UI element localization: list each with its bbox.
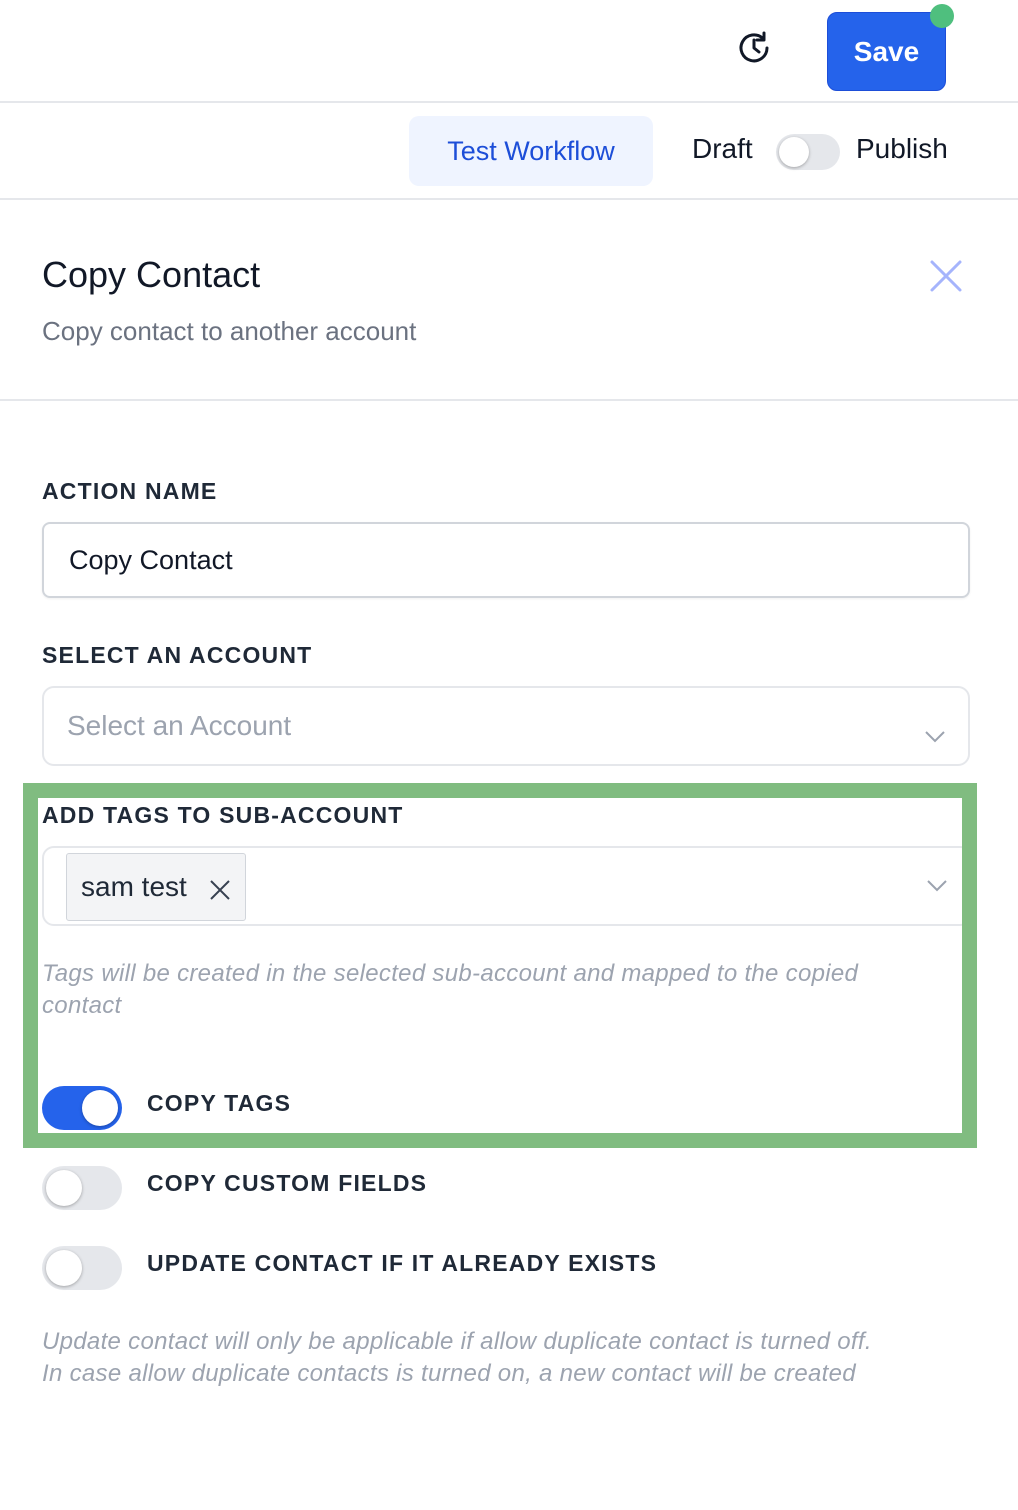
history-clock-icon[interactable] <box>734 28 774 68</box>
tags-hint-line-1: Tags will be created in the selected sub… <box>42 960 859 987</box>
unsaved-status-dot <box>930 4 954 28</box>
update-contact-label: UPDATE CONTACT IF IT ALREADY EXISTS <box>147 1250 658 1276</box>
account-select[interactable]: Select an Account <box>42 686 970 766</box>
copy-tags-toggle[interactable] <box>42 1086 122 1130</box>
update-hint-line-1: Update contact will only be applicable i… <box>42 1328 872 1355</box>
toggle-knob <box>46 1250 82 1286</box>
copy-custom-fields-label: COPY CUSTOM FIELDS <box>147 1170 428 1196</box>
tags-multiselect[interactable]: sam test <box>42 846 972 926</box>
select-account-label: SELECT AN ACCOUNT <box>42 642 313 668</box>
toggle-knob <box>46 1170 82 1206</box>
chevron-down-icon <box>924 719 946 743</box>
test-workflow-button[interactable]: Test Workflow <box>409 116 653 186</box>
save-button[interactable]: Save <box>827 12 946 91</box>
account-select-placeholder: Select an Account <box>67 710 292 741</box>
tag-chip-label: sam test <box>81 871 187 902</box>
add-tags-label: ADD TAGS TO SUB-ACCOUNT <box>42 802 404 828</box>
action-name-input[interactable]: Copy Contact <box>42 522 970 598</box>
workflow-action-bar: Test Workflow Draft Publish <box>0 103 1018 200</box>
copy-custom-fields-toggle[interactable] <box>42 1166 122 1210</box>
remove-tag-icon[interactable] <box>209 876 231 900</box>
close-icon[interactable] <box>928 258 964 294</box>
draft-label: Draft <box>692 133 753 164</box>
publish-toggle[interactable] <box>776 134 840 170</box>
toggle-knob <box>779 137 809 167</box>
tag-chip: sam test <box>66 853 246 921</box>
action-name-value: Copy Contact <box>69 544 233 575</box>
publish-label: Publish <box>856 133 948 164</box>
chevron-down-icon <box>926 879 948 893</box>
update-hint-line-2: In case allow duplicate contacts is turn… <box>42 1360 856 1387</box>
toggle-knob <box>82 1090 118 1126</box>
top-bar: Save <box>0 0 1018 103</box>
update-contact-toggle[interactable] <box>42 1246 122 1290</box>
tags-hint-line-2: contact <box>42 992 122 1019</box>
action-name-label: ACTION NAME <box>42 478 218 504</box>
divider <box>0 399 1018 401</box>
copy-tags-label: COPY TAGS <box>147 1090 292 1116</box>
panel-subtitle: Copy contact to another account <box>42 316 417 346</box>
panel-title: Copy Contact <box>42 254 261 295</box>
